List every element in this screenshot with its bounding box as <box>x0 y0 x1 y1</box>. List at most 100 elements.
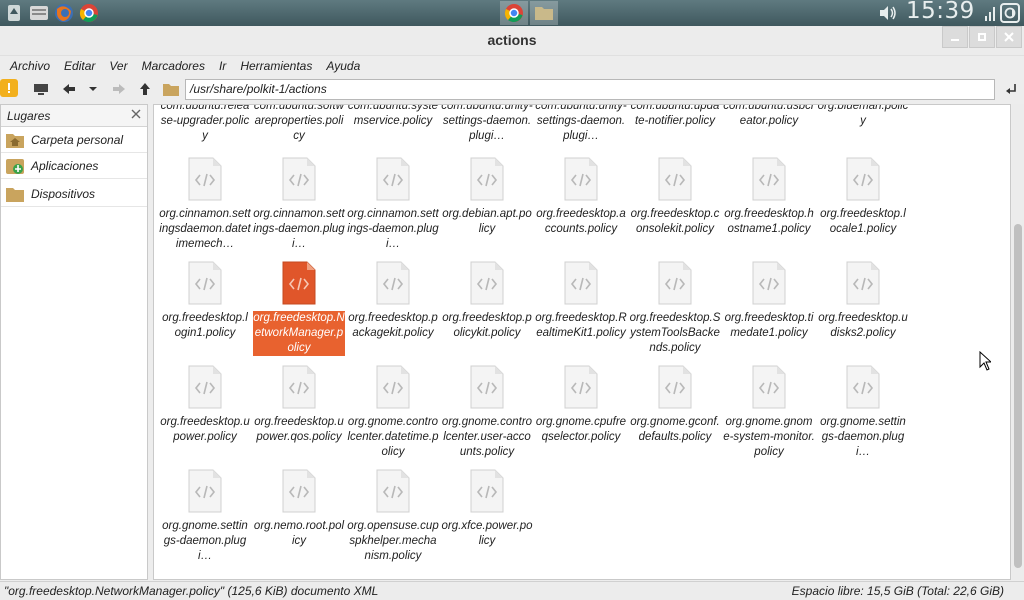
file-item[interactable]: org.freedesktop.accounts.policy <box>534 149 628 253</box>
file-item[interactable]: org.opensuse.cupspkhelper.mechanism.poli… <box>346 461 440 565</box>
xml-file-icon <box>376 365 410 409</box>
location-folder-icon[interactable] <box>162 80 180 98</box>
status-selection: "org.freedesktop.NetworkManager.policy" … <box>4 584 379 598</box>
volume-icon[interactable] <box>878 5 898 24</box>
file-grid: com.ubuntu.release-upgrader.policy com.ub… <box>158 104 918 565</box>
file-item[interactable]: org.gnome.controlcenter.datetime.policy <box>346 357 440 461</box>
file-item[interactable]: org.freedesktop.policykit.policy <box>440 253 534 357</box>
file-item[interactable]: org.freedesktop.hostname1.policy <box>722 149 816 253</box>
file-item[interactable]: com.ubuntu.update-notifier.policy <box>628 105 722 149</box>
window-titlebar[interactable]: actions <box>0 26 1024 56</box>
file-item[interactable]: org.debian.apt.policy <box>440 149 534 253</box>
up-icon[interactable] <box>136 80 154 98</box>
file-view[interactable]: com.ubuntu.release-upgrader.policy com.ub… <box>153 104 1011 580</box>
file-item[interactable]: com.ubuntu.unity-settings-daemon.plugi… <box>534 104 628 149</box>
file-name: org.cinnamon.settings-daemon.plugi… <box>253 208 345 250</box>
file-manager-task-icon[interactable] <box>530 1 558 25</box>
folder-icon <box>6 187 24 202</box>
scrollbar-thumb[interactable] <box>1014 224 1022 568</box>
vertical-scrollbar[interactable] <box>1012 104 1024 580</box>
file-name: com.ubuntu.release-upgrader.policy <box>160 104 250 142</box>
file-item[interactable]: org.blueman.policy <box>816 105 910 149</box>
warning-icon[interactable] <box>0 79 18 97</box>
menu-ayuda[interactable]: Ayuda <box>312 59 360 73</box>
history-dropdown-icon[interactable] <box>84 80 102 98</box>
xml-file-icon <box>376 261 410 305</box>
file-item[interactable]: com.ubuntu.release-upgrader.policy <box>158 104 252 149</box>
file-item[interactable]: org.freedesktop.consolekit.policy <box>628 149 722 253</box>
forward-icon[interactable] <box>110 80 128 98</box>
file-item[interactable]: org.gnome.controlcenter.user-accounts.po… <box>440 357 534 461</box>
file-name: org.freedesktop.SystemToolsBackends.poli… <box>629 312 721 354</box>
xml-file-icon <box>188 365 222 409</box>
xml-file-icon <box>846 261 880 305</box>
session-icon[interactable] <box>1000 3 1020 23</box>
file-item[interactable]: com.ubuntu.systemservice.policy <box>346 105 440 149</box>
applications-icon <box>6 158 24 174</box>
file-item[interactable]: org.freedesktop.udisks2.policy <box>816 253 910 357</box>
file-item[interactable]: org.gnome.settings-daemon.plugi… <box>158 461 252 565</box>
sidebar-item-label: Dispositivos <box>31 186 96 201</box>
menu-marcadores[interactable]: Marcadores <box>128 59 205 73</box>
chrome-task-icon[interactable] <box>500 1 528 25</box>
xml-file-icon <box>188 469 222 513</box>
firefox-launcher-icon[interactable] <box>53 2 75 24</box>
file-name: org.debian.apt.policy <box>442 208 532 235</box>
sidebar-item-devices[interactable]: Dispositivos <box>1 181 147 207</box>
sidebar-item-home[interactable]: Carpeta personal <box>1 127 147 153</box>
computer-icon[interactable] <box>32 80 50 98</box>
maximize-button[interactable] <box>969 26 995 48</box>
file-item[interactable]: org.freedesktop.upower.qos.policy <box>252 357 346 461</box>
menu-ir[interactable]: Ir <box>205 59 226 73</box>
file-item[interactable]: org.cinnamon.settingsdaemon.datetimemech… <box>158 149 252 253</box>
file-name: org.cinnamon.settings-daemon.plugi… <box>347 208 439 250</box>
close-sidebar-icon[interactable] <box>131 108 141 122</box>
file-name: com.ubuntu.usbcreator.policy <box>723 104 815 127</box>
xml-file-icon <box>846 365 880 409</box>
file-item[interactable]: org.freedesktop.locale1.policy <box>816 149 910 253</box>
file-item[interactable]: org.cinnamon.settings-daemon.plugi… <box>252 149 346 253</box>
chrome-launcher-icon[interactable] <box>78 2 100 24</box>
file-item[interactable]: com.ubuntu.softwareproperties.policy <box>252 105 346 149</box>
file-name: com.ubuntu.unity-settings-daemon.plugi… <box>535 104 627 142</box>
file-item[interactable]: org.freedesktop.packagekit.policy <box>346 253 440 357</box>
file-item[interactable]: org.freedesktop.NetworkManager.policy <box>252 253 346 357</box>
sidebar-item-applications[interactable]: Aplicaciones <box>1 153 147 179</box>
file-item[interactable]: com.ubuntu.unity-settings-daemon.plugi… <box>440 105 534 149</box>
file-item[interactable]: org.freedesktop.upower.policy <box>158 357 252 461</box>
go-icon[interactable] <box>1002 80 1020 98</box>
files-launcher-icon[interactable] <box>28 2 50 24</box>
file-item[interactable]: org.gnome.settings-daemon.plugi… <box>816 357 910 461</box>
file-item[interactable]: org.freedesktop.RealtimeKit1.policy <box>534 253 628 357</box>
back-icon[interactable] <box>60 80 78 98</box>
file-item[interactable]: org.cinnamon.settings-daemon.plugi… <box>346 149 440 253</box>
file-item[interactable]: org.gnome.gconf.defaults.policy <box>628 357 722 461</box>
location-bar[interactable]: /usr/share/polkit-1/actions <box>185 79 995 100</box>
menu-editar[interactable]: Editar <box>50 59 95 73</box>
file-item[interactable]: org.freedesktop.timedate1.policy <box>722 253 816 357</box>
menu-ver[interactable]: Ver <box>95 59 127 73</box>
file-item[interactable]: org.nemo.root.policy <box>252 461 346 565</box>
file-item[interactable]: org.xfce.power.policy <box>440 461 534 565</box>
file-name: org.freedesktop.udisks2.policy <box>818 312 908 339</box>
network-icon[interactable] <box>984 4 996 25</box>
file-item[interactable]: org.gnome.cpufreqselector.policy <box>534 357 628 461</box>
menu-launcher-icon[interactable] <box>3 2 25 24</box>
menu-bar: Archivo Editar Ver Marcadores Ir Herrami… <box>0 56 1024 76</box>
file-item[interactable]: org.freedesktop.SystemToolsBackends.poli… <box>628 253 722 357</box>
file-item[interactable]: org.freedesktop.login1.policy <box>158 253 252 357</box>
close-button[interactable] <box>996 26 1022 48</box>
clock[interactable]: 15:39 <box>906 0 975 24</box>
toolbar: /usr/share/polkit-1/actions <box>0 76 1024 102</box>
file-name: org.freedesktop.RealtimeKit1.policy <box>535 312 627 339</box>
menu-archivo[interactable]: Archivo <box>0 59 50 73</box>
xml-file-icon <box>658 261 692 305</box>
file-item[interactable]: org.gnome.gnome-system-monitor.policy <box>722 357 816 461</box>
menu-herramientas[interactable]: Herramientas <box>226 59 312 73</box>
xml-file-icon <box>470 365 504 409</box>
minimize-button[interactable] <box>942 26 968 48</box>
file-item[interactable]: com.ubuntu.usbcreator.policy <box>722 104 816 149</box>
file-name: org.gnome.gconf.defaults.policy <box>630 416 720 443</box>
sidebar-header[interactable]: Lugares <box>1 105 147 127</box>
xml-file-icon <box>752 365 786 409</box>
